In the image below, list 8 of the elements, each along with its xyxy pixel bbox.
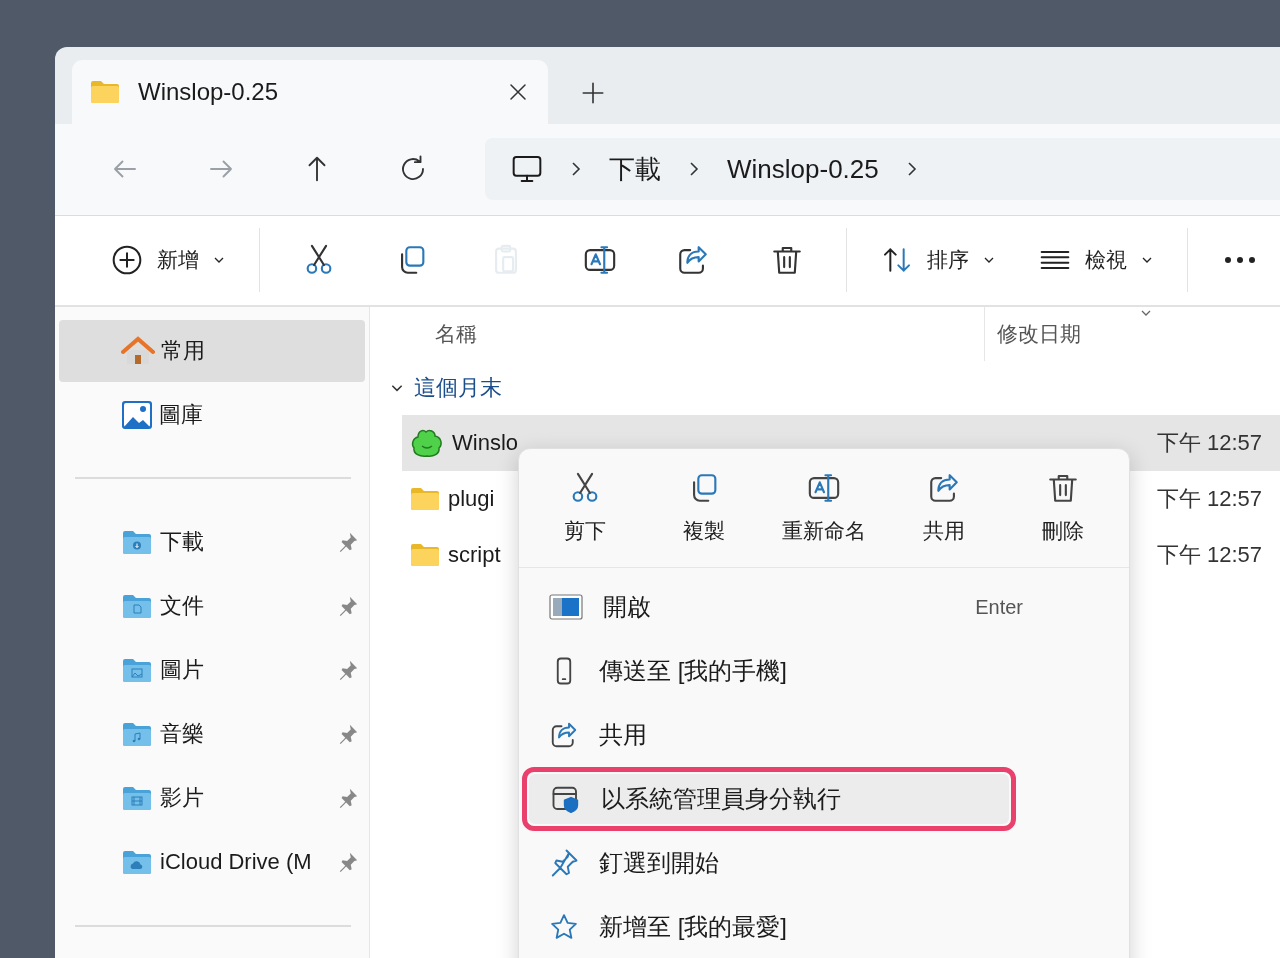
- file-date: 下午 12:57: [1156, 485, 1263, 513]
- tab-title: Winslop-0.25: [138, 77, 280, 106]
- file-date: 下午 12:57: [1156, 429, 1263, 457]
- file-name: plugi: [448, 486, 495, 512]
- shortcut-label: Enter: [975, 595, 1023, 619]
- file-name: Winslo: [452, 430, 518, 456]
- file-date: 下午 12:57: [1156, 541, 1263, 569]
- file-name: script: [448, 542, 501, 568]
